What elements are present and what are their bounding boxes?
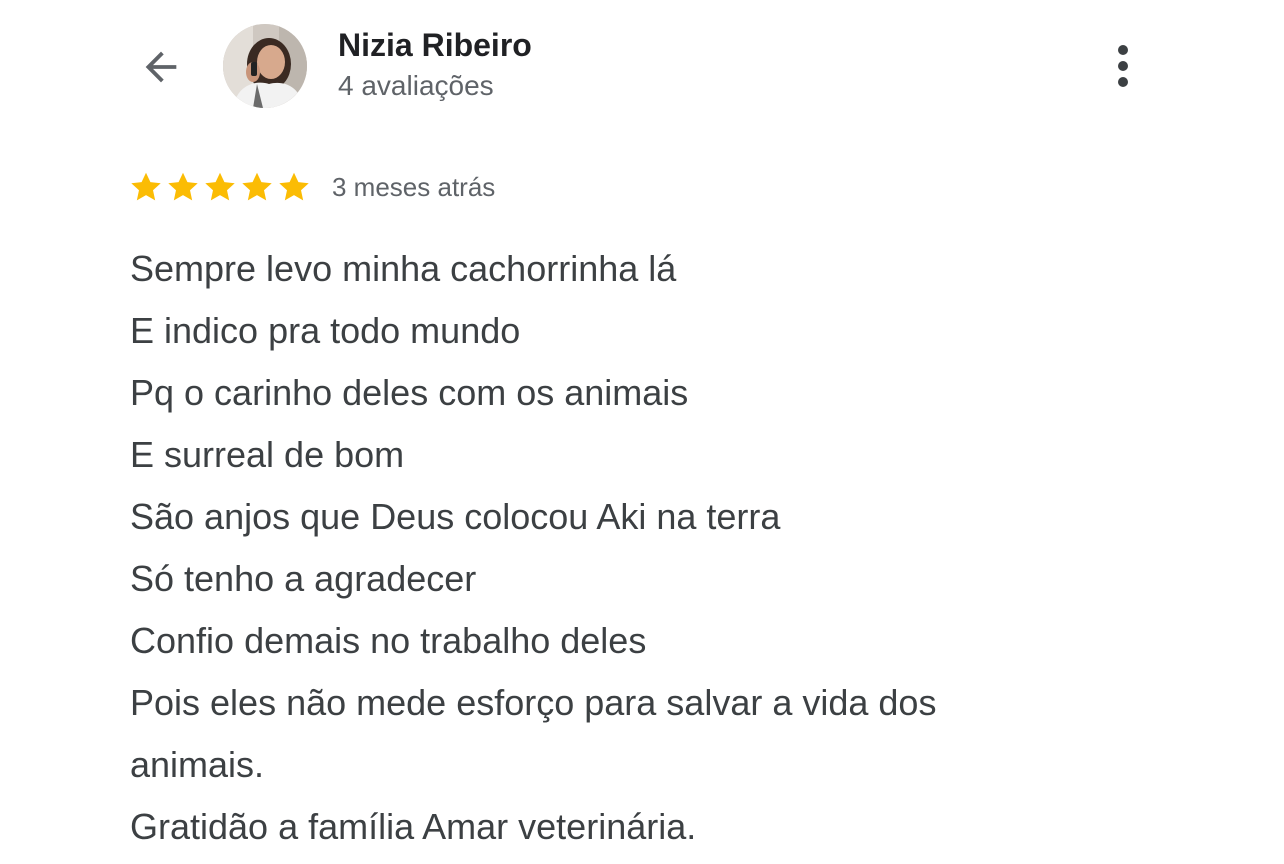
review-line: Gratidão a família Amar veterinária. bbox=[130, 806, 697, 847]
review-line: Só tenho a agradecer bbox=[130, 558, 477, 599]
back-button[interactable] bbox=[132, 40, 190, 94]
review-count: 4 avaliações bbox=[338, 70, 494, 101]
review-line: Sempre levo minha cachorrinha lá bbox=[130, 248, 677, 289]
star-icon bbox=[239, 169, 275, 205]
review-text: Sempre levo minha cachorrinha lá E indico… bbox=[130, 238, 1130, 858]
star-icon bbox=[202, 169, 238, 205]
review-line: Confio demais no trabalho deles bbox=[130, 620, 647, 661]
avatar[interactable] bbox=[223, 24, 307, 108]
star-icon bbox=[165, 169, 201, 205]
reviewer-name[interactable]: Nizia Ribeiro bbox=[338, 25, 532, 65]
review-line: Pois eles não mede esforço para salvar a… bbox=[130, 682, 937, 723]
review-date: 3 meses atrás bbox=[332, 172, 496, 202]
arrow-back-icon bbox=[138, 44, 184, 90]
review-line: animais. bbox=[130, 744, 265, 785]
star-icon bbox=[128, 169, 164, 205]
more-options-button[interactable] bbox=[1102, 38, 1144, 94]
more-vert-icon bbox=[1118, 45, 1128, 55]
review-line: Pq o carinho deles com os animais bbox=[130, 372, 689, 413]
review-line: E indico pra todo mundo bbox=[130, 310, 521, 351]
review-line: São anjos que Deus colocou Aki na terra bbox=[130, 496, 781, 537]
star-rating bbox=[128, 169, 312, 205]
star-icon bbox=[276, 169, 312, 205]
rating-row: 3 meses atrás bbox=[128, 166, 495, 208]
review-line: E surreal de bom bbox=[130, 434, 405, 475]
